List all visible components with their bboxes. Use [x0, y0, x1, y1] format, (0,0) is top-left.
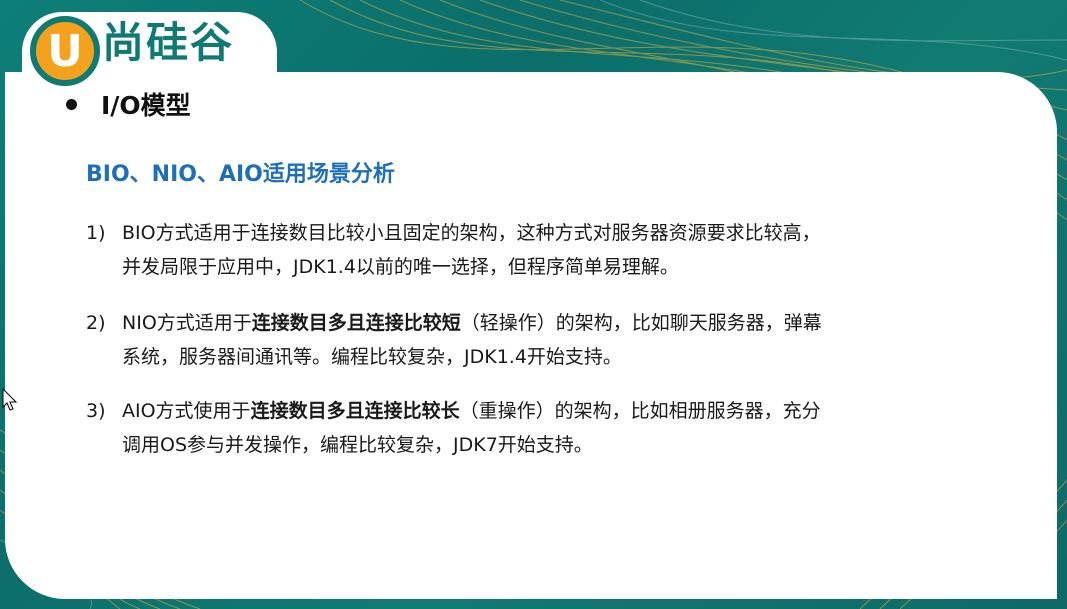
item-emphasis: 连接数目多且连接比较长: [250, 400, 460, 422]
item-emphasis: 连接数目多且连接比较短: [251, 312, 461, 334]
item-text: NIO方式适用于: [122, 312, 252, 334]
item-line: AIO方式使用于连接数目多且连接比较长（重操作）的架构，比如相册服务器，充分: [122, 394, 1042, 428]
slide-heading-text: I/O模型: [101, 91, 191, 120]
item-number: 2): [86, 312, 106, 334]
logo-mark: U: [30, 16, 100, 86]
logo-mark-letter: U: [47, 25, 83, 77]
item-text: （轻操作）的架构，比如聊天服务器，弹幕: [460, 312, 822, 334]
bullet-icon: [66, 98, 77, 110]
item-text: （重操作）的架构，比如相册服务器，充分: [459, 400, 821, 422]
item-line: NIO方式适用于连接数目多且连接比较短（轻操作）的架构，比如聊天服务器，弹幕: [122, 306, 1042, 340]
item-number: 3): [86, 400, 106, 422]
item-line: 系统，服务器间通讯等。编程比较复杂，JDK1.4开始支持。: [122, 346, 622, 368]
slide-heading: I/O模型: [66, 86, 191, 122]
item-line: BIO方式适用于连接数目比较小且固定的架构，这种方式对服务器资源要求比较高，: [122, 222, 821, 244]
item-body: BIO方式适用于连接数目比较小且固定的架构，这种方式对服务器资源要求比较高， 并…: [122, 216, 1042, 284]
item-line: 并发局限于应用中，JDK1.4以前的唯一选择，但程序简单易理解。: [122, 256, 679, 278]
item-text: AIO方式使用于: [122, 400, 251, 422]
brand-name: 尚硅谷: [102, 18, 235, 67]
mouse-cursor-icon: [2, 388, 18, 411]
item-number: 1): [86, 222, 106, 244]
item-body: NIO方式适用于连接数目多且连接比较短（轻操作）的架构，比如聊天服务器，弹幕 系…: [122, 306, 1042, 374]
item-body: AIO方式使用于连接数目多且连接比较长（重操作）的架构，比如相册服务器，充分 调…: [122, 394, 1042, 462]
item-line: 调用OS参与并发操作，编程比较复杂，JDK7开始支持。: [122, 434, 593, 456]
slide-subheading: BIO、NIO、AIO适用场景分析: [86, 162, 395, 187]
